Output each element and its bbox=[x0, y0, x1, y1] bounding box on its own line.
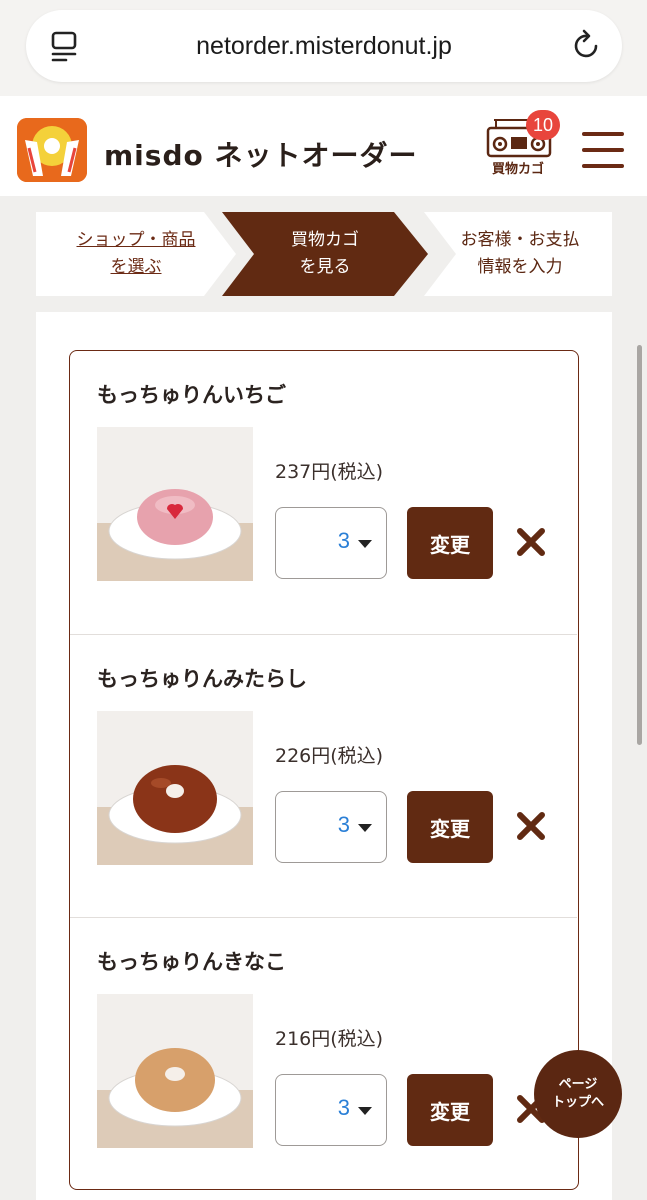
chevron-down-icon[interactable] bbox=[358, 1107, 372, 1115]
donut-photo bbox=[97, 427, 253, 581]
donut-logo-icon bbox=[17, 118, 87, 182]
step-3-line1: お客様・お支払 bbox=[460, 230, 580, 250]
cart-item: もっちゅりんみたらし 226円(税込) 3 変更 bbox=[70, 634, 577, 917]
browser-bar: netorder.misterdonut.jp bbox=[0, 0, 647, 96]
chevron-down-icon[interactable] bbox=[358, 824, 372, 832]
order-steps: ショップ・商品 を選ぶ 買物カゴ を見る お客様・お支払 情報を入力 bbox=[36, 212, 612, 296]
item-price: 237円(税込) bbox=[275, 461, 384, 483]
reload-icon[interactable] bbox=[572, 29, 602, 61]
cart-item: もっちゅりんきなこ 216円(税込) 3 変更 bbox=[70, 917, 577, 1200]
item-name: もっちゅりんみたらし bbox=[97, 667, 307, 691]
hamburger-menu-icon[interactable] bbox=[582, 132, 624, 168]
chevron-down-icon[interactable] bbox=[358, 540, 372, 548]
cart-label[interactable]: 買物カゴ bbox=[486, 158, 550, 177]
remove-item-icon[interactable] bbox=[516, 811, 546, 841]
cart-count-badge: 10 bbox=[526, 110, 560, 140]
change-button[interactable]: 変更 bbox=[407, 791, 493, 863]
quantity-value[interactable]: 3 bbox=[338, 1095, 350, 1121]
change-button[interactable]: 変更 bbox=[407, 507, 493, 579]
quantity-select[interactable]: 3 bbox=[275, 791, 387, 863]
page-top-button[interactable]: ページ トップへ bbox=[534, 1050, 622, 1138]
item-name: もっちゅりんきなこ bbox=[97, 950, 286, 974]
item-price: 226円(税込) bbox=[275, 745, 384, 767]
page-top-line2[interactable]: トップへ bbox=[552, 1094, 604, 1112]
brand-title[interactable]: misdo ネットオーダー bbox=[104, 134, 417, 174]
site-header: misdo ネットオーダー 10 買物カゴ bbox=[0, 96, 647, 196]
cart-item-list: もっちゅりんいちご 237円(税込) 3 変更 もっちゅりんみたらし 226円(… bbox=[69, 350, 579, 1190]
step-2-line2: を見る bbox=[299, 257, 351, 277]
quantity-select[interactable]: 3 bbox=[275, 1074, 387, 1146]
donut-photo bbox=[97, 711, 253, 865]
quantity-select[interactable]: 3 bbox=[275, 507, 387, 579]
url-text[interactable]: netorder.misterdonut.jp bbox=[26, 32, 622, 61]
quantity-value[interactable]: 3 bbox=[338, 528, 350, 554]
step-3-line2: 情報を入力 bbox=[477, 257, 563, 277]
step-view-cart: 買物カゴ を見る bbox=[222, 212, 428, 296]
step-customer-info: お客様・お支払 情報を入力 bbox=[428, 212, 612, 296]
item-price: 216円(税込) bbox=[275, 1028, 384, 1050]
address-bar[interactable]: netorder.misterdonut.jp bbox=[26, 10, 622, 82]
misdo-logo[interactable] bbox=[17, 118, 87, 182]
step-select-shop[interactable]: ショップ・商品 を選ぶ bbox=[36, 212, 236, 296]
main-panel: もっちゅりんいちご 237円(税込) 3 変更 もっちゅりんみたらし 226円(… bbox=[36, 312, 612, 1200]
donut-photo bbox=[97, 994, 253, 1148]
step-1-line1[interactable]: ショップ・商品 bbox=[77, 227, 196, 254]
cart-item: もっちゅりんいちご 237円(税込) 3 変更 bbox=[70, 351, 577, 634]
scrollbar[interactable] bbox=[637, 345, 642, 745]
step-2-line1: 買物カゴ bbox=[291, 230, 359, 250]
remove-item-icon[interactable] bbox=[516, 527, 546, 557]
change-button[interactable]: 変更 bbox=[407, 1074, 493, 1146]
step-1-line2[interactable]: を選ぶ bbox=[77, 254, 196, 281]
quantity-value[interactable]: 3 bbox=[338, 812, 350, 838]
page-top-line1[interactable]: ページ bbox=[552, 1076, 604, 1094]
item-name: もっちゅりんいちご bbox=[97, 383, 286, 407]
